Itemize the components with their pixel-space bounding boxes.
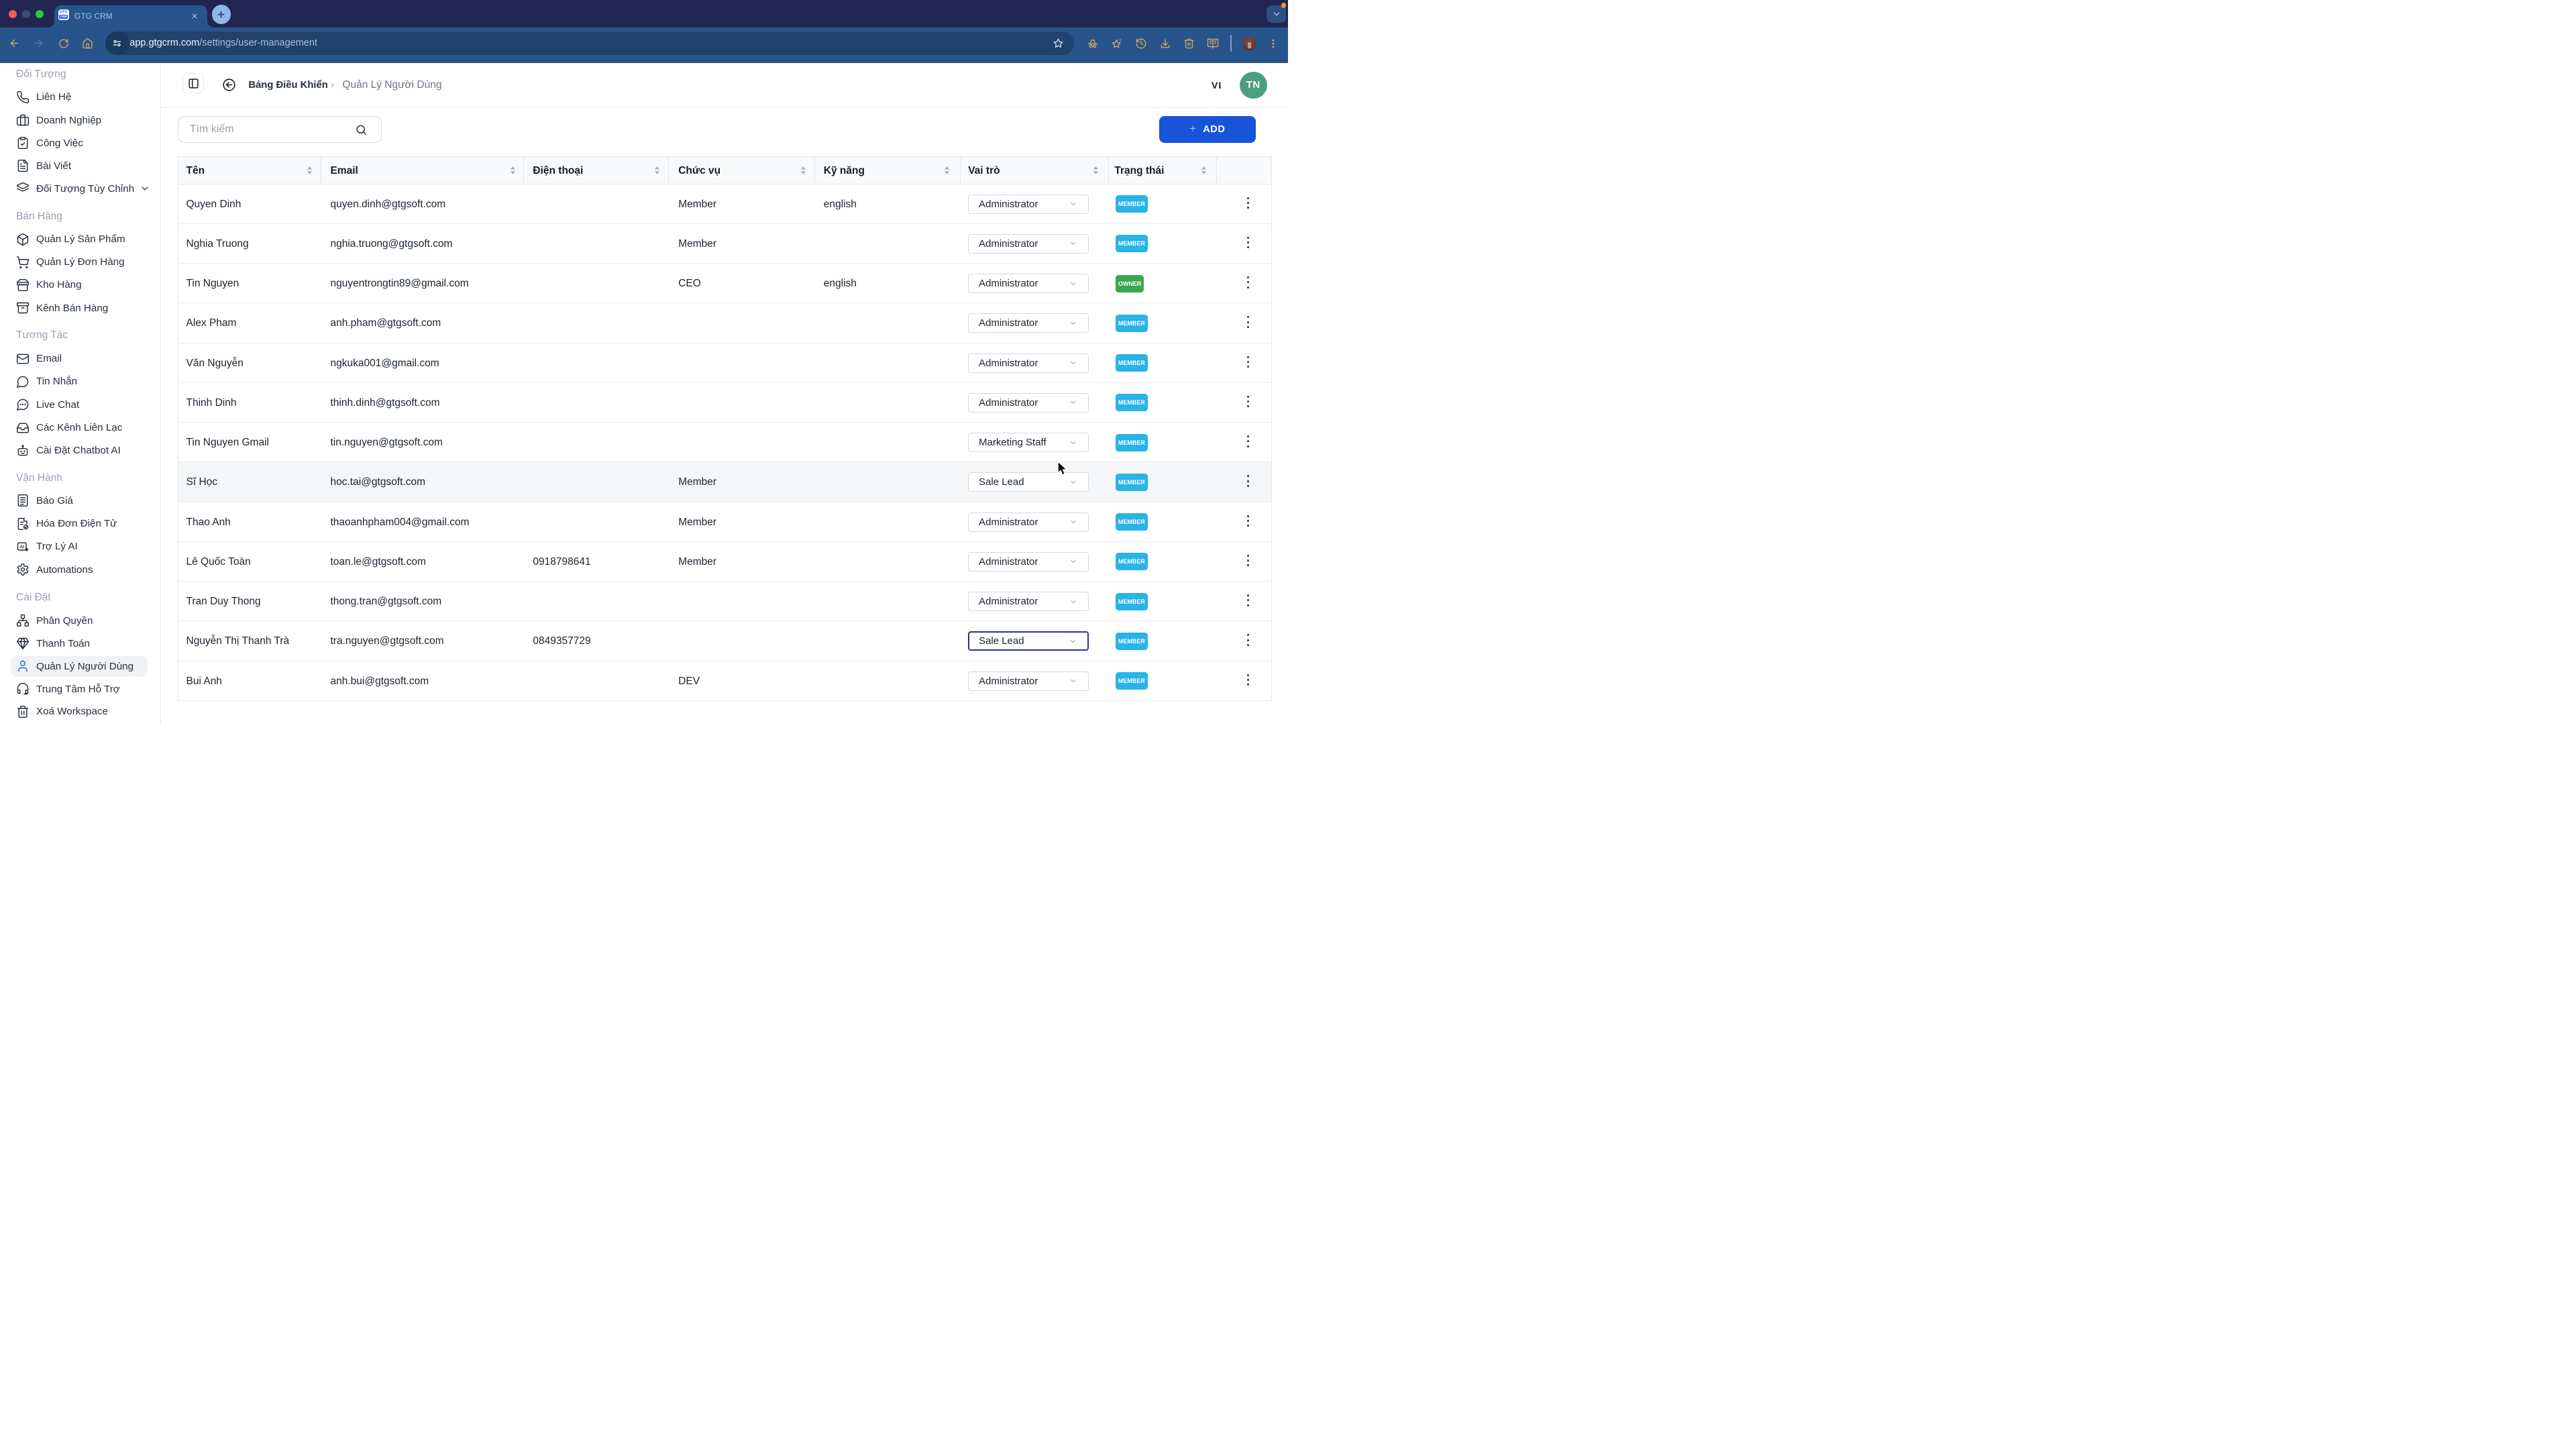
svg-text:AI: AI <box>19 545 24 549</box>
